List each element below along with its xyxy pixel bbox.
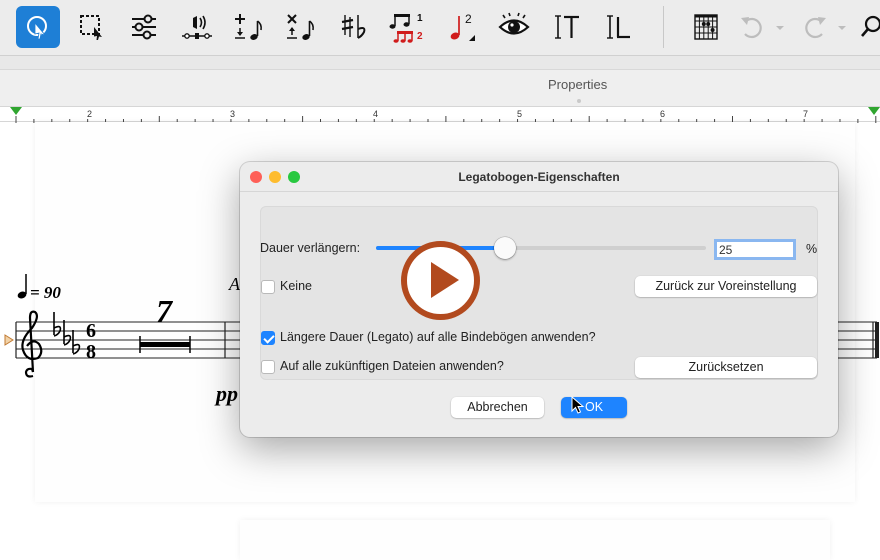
main-toolbar: 1 2 2 [0,0,880,56]
tempo-marking[interactable]: = 90 [30,283,61,303]
add-note-tool-button[interactable] [226,6,270,48]
tuplet-icon: 1 2 [389,13,423,43]
play-icon [431,262,459,298]
text-tool-button[interactable] [544,6,588,48]
ruler: 2 3 4 5 6 7 [0,106,880,123]
undo-button[interactable] [734,6,770,48]
dialog-title: Legatobogen-Eigenschaften [458,170,620,184]
tuplet-superscript: 1 [417,13,423,24]
properties-title: Properties [548,77,608,92]
key-signature-flats-icon [53,312,81,355]
time-signature-top: 6 [86,320,96,342]
ruler-number: 5 [517,109,523,119]
add-note-icon [235,14,262,40]
reset-button[interactable]: Zurücksetzen [635,357,817,378]
mixer-tool-button[interactable] [122,6,166,48]
marquee-select-tool-button[interactable] [70,6,114,48]
tempo-quarter-note-icon [17,274,27,299]
future-files-label: Auf alle zukünftigen Dateien anwenden? [280,359,504,373]
zoom-tool-button[interactable] [858,6,880,48]
chord-grid-icon [694,14,718,40]
sliders-icon [132,14,156,40]
voice-superscript: 2 [465,12,472,26]
none-checkbox[interactable] [261,280,275,294]
video-play-button[interactable] [401,241,480,320]
duration-unit: % [806,242,818,256]
redo-icon [805,17,826,39]
magnifier-icon [861,15,880,37]
marquee-select-icon [80,15,102,40]
cancel-button[interactable]: Abbrechen [451,397,544,418]
delete-note-icon [287,14,314,40]
playback-tool-button[interactable] [175,6,219,48]
treble-clef-icon [21,310,43,378]
left-margin-marker-icon[interactable] [10,107,22,116]
time-signature-bottom: 8 [86,341,96,363]
properties-panel-header[interactable]: Properties [0,70,880,106]
rehearsal-mark[interactable]: A [229,274,240,295]
right-margin-marker-icon[interactable] [868,107,880,116]
view-tool-button[interactable] [492,6,536,48]
ruler-number: 2 [87,109,93,119]
duration-label: Dauer verlängern: [260,241,361,255]
accidentals-icon [341,15,366,39]
redo-button[interactable] [797,6,833,48]
reset-to-default-button[interactable]: Zurück zur Voreinstellung [635,276,817,297]
speaker-icon [182,15,212,39]
ruler-number: 6 [660,109,666,119]
slur-properties-dialog: Legatobogen-Eigenschaften Dauer verlänge… [240,162,838,437]
select-tool-button[interactable] [16,6,60,48]
future-files-checkbox[interactable] [261,360,275,374]
duration-value-input[interactable] [714,239,796,260]
toolbar-separator [663,6,664,48]
select-pointer-icon [27,16,47,40]
tuplet-tool-button[interactable]: 1 2 [386,6,430,48]
apply-all-slurs-checkbox[interactable] [261,331,275,345]
undo-icon [741,17,762,39]
dialog-titlebar[interactable]: Legatobogen-Eigenschaften [240,162,838,192]
ruler-number: 7 [803,109,809,119]
properties-strip [0,56,880,70]
dynamic-marking[interactable]: pp [216,381,238,407]
undo-dropdown-icon[interactable] [775,24,785,32]
tuplet-subscript: 2 [417,31,423,42]
accidental-tool-button[interactable] [333,6,377,48]
none-label: Keine [280,279,312,293]
ruler-number: 4 [373,109,379,119]
lyrics-cursor-icon [607,15,630,39]
redo-dropdown-icon[interactable] [837,24,847,32]
properties-drag-handle[interactable] [577,99,581,103]
text-cursor-icon [555,15,579,39]
apply-all-slurs-label: Längere Dauer (Legato) auf alle Bindebög… [280,330,596,344]
voice-tool-button[interactable]: 2 [440,6,484,48]
mouse-cursor-icon [571,396,585,414]
delete-note-tool-button[interactable] [278,6,322,48]
voice-note-icon: 2 [450,12,475,41]
duration-slider-knob[interactable] [493,237,516,259]
multibar-rest-count[interactable]: 7 [156,293,172,330]
ruler-number: 3 [230,109,236,119]
eye-icon [498,12,530,35]
multibar-rest-icon [139,336,191,353]
score-page-next [240,520,830,560]
ruler-ticks [15,116,877,123]
lyrics-tool-button[interactable] [596,6,640,48]
chord-diagram-tool-button[interactable] [684,6,728,48]
